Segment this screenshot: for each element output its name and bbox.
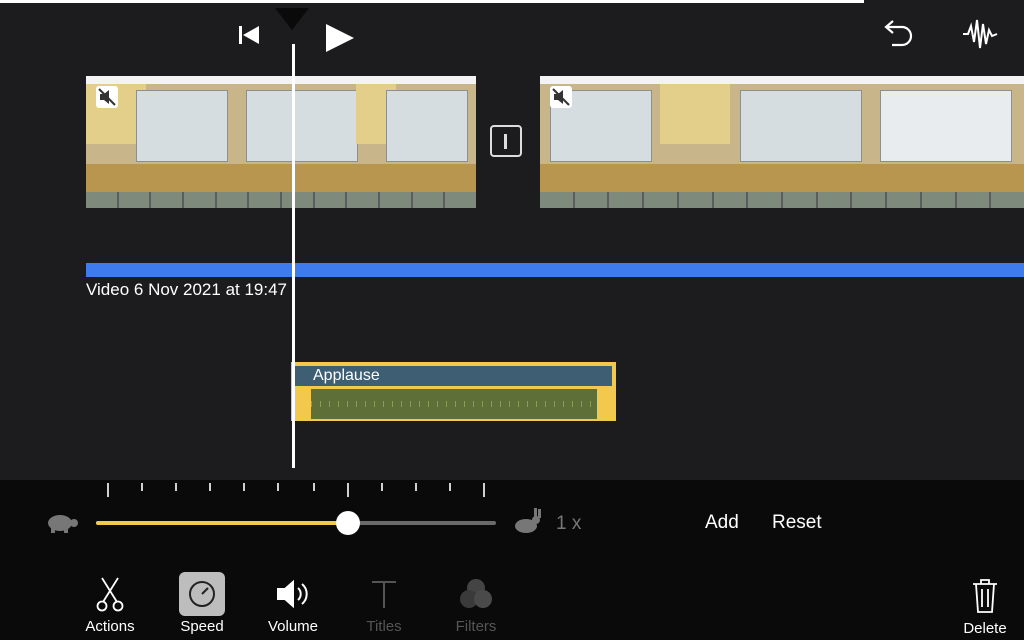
audio-waveform-icon[interactable] <box>962 16 998 52</box>
speed-slider-thumb[interactable] <box>336 511 360 535</box>
speed-slider-fill <box>96 521 348 525</box>
delete-button[interactable]: Delete <box>945 572 1024 637</box>
hare-icon <box>508 506 544 538</box>
trash-icon <box>945 572 1024 620</box>
audio-clip-applause[interactable]: Applause <box>291 362 616 421</box>
skip-to-start-icon[interactable] <box>237 24 261 46</box>
speaker-icon <box>253 570 333 618</box>
delete-label: Delete <box>963 620 1007 637</box>
tool-titles[interactable]: Titles <box>344 570 424 635</box>
video-clip-1[interactable] <box>86 76 476 208</box>
scissors-icon <box>70 570 150 618</box>
audio-clip-body <box>311 389 597 419</box>
tortoise-icon <box>42 510 80 534</box>
audio-clip-label: Applause <box>313 367 380 384</box>
tool-speed[interactable]: Speed <box>162 570 242 635</box>
playhead-marker <box>275 8 309 30</box>
tool-label: Filters <box>455 618 497 635</box>
top-edge-strip <box>0 0 864 3</box>
speed-value: 1 x <box>556 513 582 534</box>
play-icon[interactable] <box>324 22 356 54</box>
add-button[interactable]: Add <box>705 512 739 534</box>
muted-speaker-icon <box>550 86 572 108</box>
transition-icon[interactable] <box>490 125 522 157</box>
tool-label: Titles <box>366 618 402 635</box>
tool-actions[interactable]: Actions <box>70 570 150 635</box>
video-clip-2[interactable] <box>540 76 1024 208</box>
text-t-icon <box>344 570 424 618</box>
tool-label: Speed <box>180 618 224 635</box>
filters-circles-icon <box>436 570 516 618</box>
tool-filters[interactable]: Filters <box>436 570 516 635</box>
tool-volume[interactable]: Volume <box>253 570 333 635</box>
clip-track-bar[interactable] <box>86 263 1024 277</box>
undo-icon[interactable] <box>880 18 916 50</box>
reset-button[interactable]: Reset <box>772 512 822 534</box>
playhead[interactable] <box>292 44 295 468</box>
muted-speaker-icon <box>96 86 118 108</box>
tool-label: Volume <box>267 618 319 635</box>
tool-label: Actions <box>85 618 135 635</box>
clip-title: Video 6 Nov 2021 at 19:47 <box>86 280 288 299</box>
speedometer-icon <box>179 572 225 616</box>
